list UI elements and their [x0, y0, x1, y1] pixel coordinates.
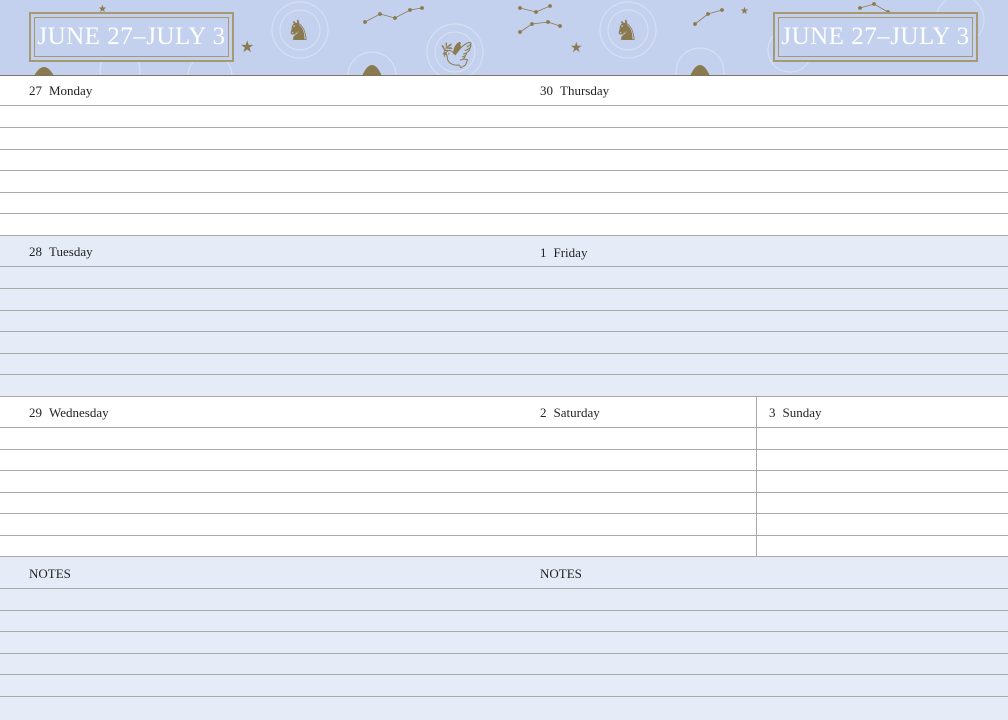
bird-icon: 🕊 [440, 41, 473, 71]
writing-line [0, 449, 1008, 450]
writing-line [0, 149, 1008, 150]
writing-line [0, 310, 1008, 311]
day-number: 28 [29, 244, 42, 259]
section-divider [0, 235, 1008, 236]
writing-line [0, 213, 1008, 214]
day-number: 30 [540, 83, 553, 98]
day-number: 29 [29, 405, 42, 420]
notes-label-right: NOTES [540, 566, 582, 581]
writing-line [0, 492, 1008, 493]
writing-line [0, 192, 1008, 193]
writing-line [0, 266, 1008, 267]
day-name: Friday [553, 245, 588, 260]
day-label-monday: 27 Monday [29, 83, 92, 99]
saturday-sunday-divider [756, 397, 757, 557]
writing-line [0, 513, 1008, 514]
day-name: Tuesday [49, 244, 93, 259]
day-number: 27 [29, 83, 42, 98]
week-title-right: JUNE 27–JULY 3 [773, 12, 978, 62]
writing-line [0, 696, 1008, 697]
day-number: 1 [540, 245, 547, 260]
section-divider [0, 396, 1008, 397]
row-band-3 [0, 397, 1008, 557]
day-number: 3 [769, 405, 776, 420]
day-number: 2 [540, 405, 547, 420]
writing-line [0, 374, 1008, 375]
crest-icon: ♞ [286, 14, 311, 47]
section-divider [0, 556, 1008, 557]
day-label-sunday: 3 Sunday [769, 405, 822, 421]
writing-line [0, 127, 1008, 128]
writing-line [0, 105, 1008, 106]
notes-label-left: NOTES [29, 566, 71, 581]
day-label-thursday: 30 Thursday [540, 83, 609, 99]
writing-line [0, 288, 1008, 289]
star-icon: ★ [740, 6, 749, 17]
row-band-1 [0, 76, 1008, 236]
day-label-friday: 1 Friday [540, 245, 587, 261]
writing-line [0, 170, 1008, 171]
writing-line [0, 470, 1008, 471]
week-title-left: JUNE 27–JULY 3 [29, 12, 234, 62]
day-name: Wednesday [49, 405, 109, 420]
day-name: Saturday [553, 405, 600, 420]
day-label-wednesday: 29 Wednesday [29, 405, 109, 421]
writing-line [0, 631, 1008, 632]
row-band-2 [0, 236, 1008, 397]
writing-line [0, 353, 1008, 354]
writing-line [0, 535, 1008, 536]
star-icon: ★ [570, 40, 583, 56]
star-icon: ★ [240, 37, 254, 56]
writing-line [0, 610, 1008, 611]
writing-line [0, 588, 1008, 589]
day-name: Thursday [560, 83, 610, 98]
day-label-tuesday: 28 Tuesday [29, 244, 93, 260]
header-banner: ♞ ♞ 🕊 ★ ★ ★ ★ JUNE 27–JULY 3 JUNE 27–JUL… [0, 0, 1008, 76]
day-label-saturday: 2 Saturday [540, 405, 600, 421]
day-name: Sunday [782, 405, 822, 420]
writing-line [0, 331, 1008, 332]
writing-line [0, 427, 1008, 428]
writing-line [0, 674, 1008, 675]
crest-icon: ♞ [614, 14, 639, 47]
writing-line [0, 653, 1008, 654]
day-name: Monday [49, 83, 93, 98]
